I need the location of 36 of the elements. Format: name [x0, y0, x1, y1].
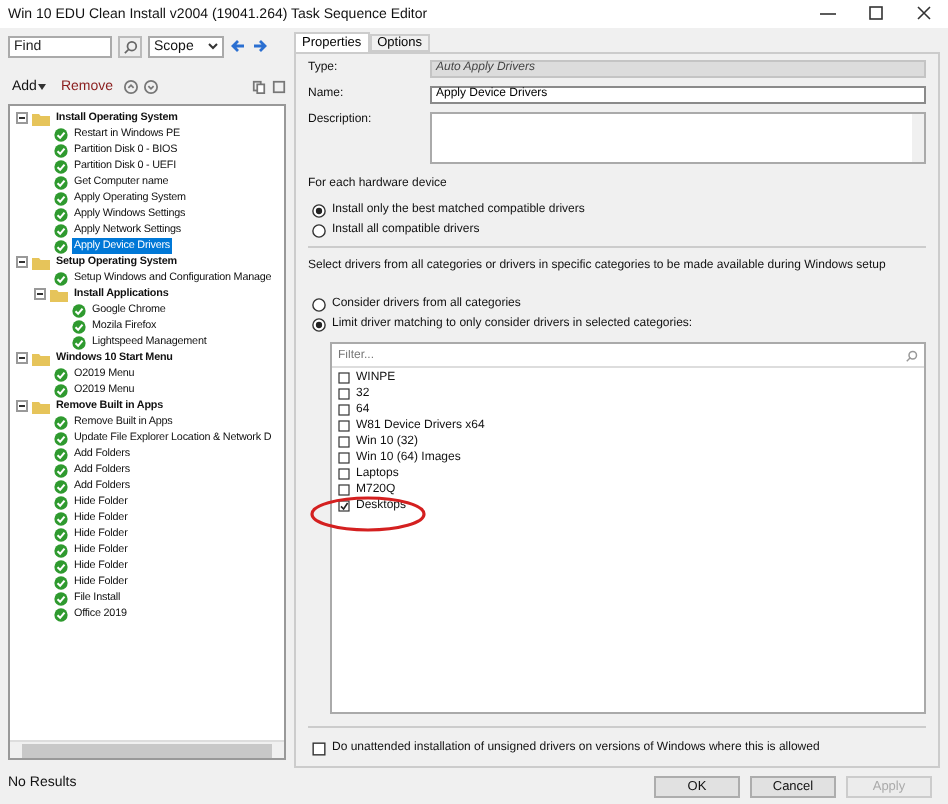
caret-icon: [38, 83, 47, 89]
checkbox[interactable]: [338, 436, 350, 448]
move-up-icon[interactable]: [123, 79, 138, 93]
radio-button[interactable]: [312, 223, 326, 237]
checkbox[interactable]: [338, 468, 350, 480]
search-icon: [906, 349, 918, 361]
move-down-icon[interactable]: [143, 79, 158, 93]
collapse-icon[interactable]: [16, 352, 28, 364]
radio-button[interactable]: [312, 297, 326, 311]
checkbox[interactable]: [338, 452, 350, 464]
collapse-icon[interactable]: [16, 256, 28, 268]
forward-arrow-icon[interactable]: [252, 38, 268, 54]
search-icon: [123, 39, 137, 53]
folder-icon: [32, 351, 50, 365]
checkbox[interactable]: [338, 404, 350, 416]
checkbox[interactable]: [338, 388, 350, 400]
description-field[interactable]: [430, 112, 926, 164]
checkbox[interactable]: [338, 500, 350, 512]
checkbox[interactable]: [338, 420, 350, 432]
copy-icon[interactable]: [252, 79, 266, 93]
folder-icon: [32, 399, 50, 413]
radio-button[interactable]: [312, 203, 326, 217]
check-circle-icon: [54, 271, 68, 285]
collapse-icon[interactable]: [16, 400, 28, 412]
radio-button[interactable]: [312, 317, 326, 331]
back-arrow-icon[interactable]: [230, 38, 246, 54]
collapse-icon[interactable]: [16, 112, 28, 124]
collapse-icon[interactable]: [34, 288, 46, 300]
horizontal-scrollbar[interactable]: [10, 740, 284, 758]
folder-icon: [32, 111, 50, 125]
checkbox[interactable]: [338, 372, 350, 384]
dropdown-caret-icon: [208, 42, 218, 50]
checkbox[interactable]: [312, 741, 326, 755]
checkbox[interactable]: [338, 484, 350, 496]
annotation-ellipse: [308, 496, 428, 532]
search-button[interactable]: [118, 35, 142, 57]
